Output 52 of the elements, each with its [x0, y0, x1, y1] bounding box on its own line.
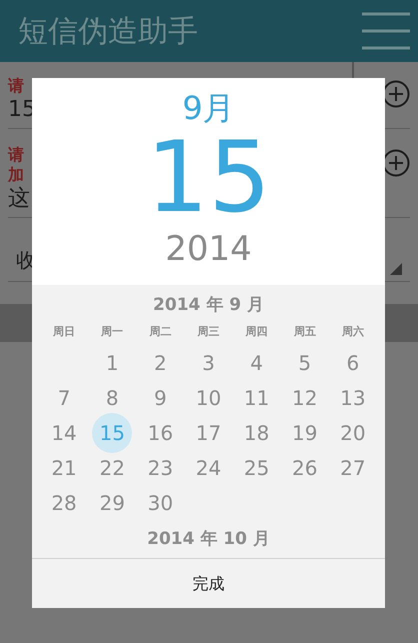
day-cell[interactable]: 3 [188, 345, 228, 380]
day-cell[interactable]: 17 [188, 415, 228, 450]
day-cell[interactable]: 15 [92, 412, 132, 452]
day-cell[interactable]: 13 [332, 380, 373, 415]
day-cell[interactable]: 10 [188, 380, 228, 415]
day-cell[interactable]: 12 [284, 380, 325, 415]
weekday-label: 周四 [244, 324, 269, 340]
field-label: 请 [8, 145, 25, 165]
add-icon[interactable] [382, 80, 410, 108]
day-cell[interactable]: 29 [92, 485, 132, 520]
weekday-label: 周五 [292, 324, 317, 340]
day-cell[interactable]: 25 [236, 450, 277, 485]
day-cell[interactable]: 1 [92, 345, 132, 380]
weekday-label: 周六 [340, 324, 365, 340]
month-title: 2014 年 10 月 [146, 528, 271, 551]
day-cell[interactable]: 6 [332, 345, 373, 380]
day-cell[interactable]: 27 [332, 450, 373, 485]
day-cell[interactable]: 21 [44, 450, 84, 485]
day-cell[interactable]: 4 [236, 345, 277, 380]
month-title: 2014 年 9 月 [152, 294, 265, 317]
day-header[interactable]: 15 [146, 128, 271, 228]
day-cell[interactable]: 19 [284, 415, 325, 450]
day-cell[interactable]: 26 [284, 450, 325, 485]
day-cell[interactable]: 28 [44, 485, 84, 520]
day-cell[interactable]: 14 [44, 415, 84, 450]
month-header[interactable]: 9月 [182, 88, 235, 128]
day-cell[interactable]: 20 [332, 415, 373, 450]
weekday-label: 周三 [196, 324, 220, 340]
day-cell[interactable]: 2 [140, 345, 180, 380]
add-icon[interactable] [382, 149, 410, 177]
day-cell[interactable]: 7 [44, 380, 84, 415]
day-cell[interactable]: 16 [140, 415, 180, 450]
done-button[interactable]: 完成 [32, 558, 385, 608]
field-label: 请 [8, 76, 25, 96]
weekday-label: 周一 [100, 324, 124, 340]
day-cell[interactable]: 9 [140, 380, 180, 415]
field-label: 加 [8, 165, 25, 185]
day-cell[interactable]: 11 [236, 380, 277, 415]
weekday-label: 周日 [52, 324, 76, 340]
day-cell[interactable]: 18 [236, 415, 277, 450]
dropdown-arrow-icon [390, 263, 402, 275]
day-cell[interactable]: 22 [92, 450, 132, 485]
day-cell[interactable]: 5 [284, 345, 325, 380]
weekday-label: 周二 [148, 324, 172, 340]
day-cell[interactable]: 30 [140, 485, 180, 520]
app-title: 短信伪造助手 [18, 12, 198, 50]
field-value[interactable]: 这 [8, 185, 30, 213]
day-cell[interactable]: 8 [92, 380, 132, 415]
menu-icon[interactable] [360, 10, 412, 52]
day-cell[interactable]: 23 [140, 450, 180, 485]
year-header[interactable]: 2014 [165, 228, 252, 270]
day-cell[interactable]: 24 [188, 450, 228, 485]
